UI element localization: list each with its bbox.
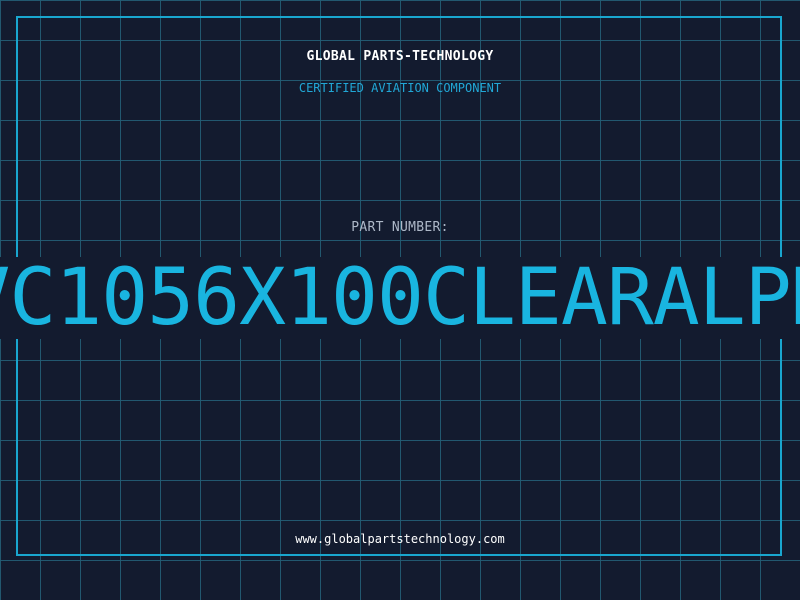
website-url: www.globalpartstechnology.com [295,532,505,546]
part-number-value: VC1056X100CLEARALPH [0,257,800,339]
part-card: GLOBAL PARTS-TECHNOLOGY CERTIFIED AVIATI… [0,0,800,600]
part-number-label: PART NUMBER: [351,220,449,235]
company-name: GLOBAL PARTS-TECHNOLOGY [306,49,494,64]
part-number-band: VC1056X100CLEARALPH [0,257,800,339]
certification-tagline: CERTIFIED AVIATION COMPONENT [298,81,502,95]
